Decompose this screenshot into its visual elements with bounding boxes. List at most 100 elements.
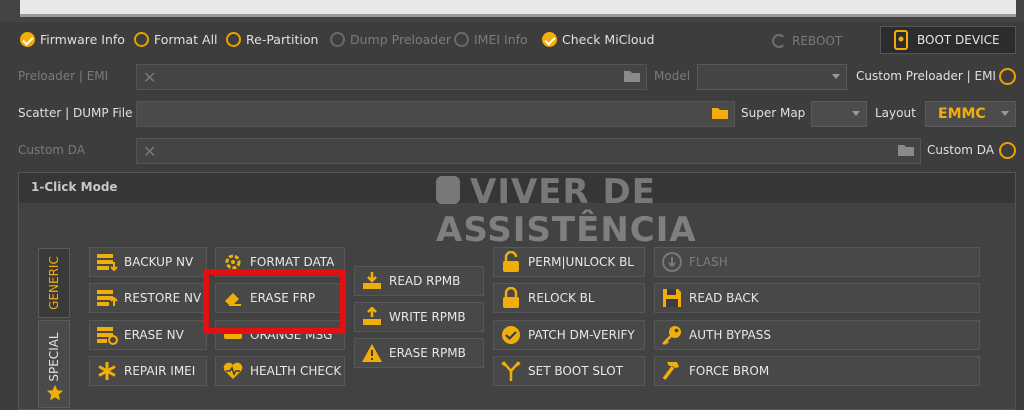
re-partition-option[interactable]: Re-Partition: [226, 29, 318, 49]
radio-icon: [330, 31, 345, 47]
repair-imei-label: REPAIR IMEI: [124, 364, 196, 378]
radio-icon: [454, 31, 469, 47]
boot-device-button[interactable]: BOOT DEVICE: [880, 26, 1016, 54]
radio-icon: [226, 31, 241, 47]
radio-icon: [134, 31, 149, 47]
read-rpmb-button[interactable]: READ RPMB: [354, 266, 484, 296]
write-rpmb-button[interactable]: WRITE RPMB: [354, 302, 484, 332]
unlock-icon: [500, 251, 522, 273]
relock-bl-button[interactable]: RELOCK BL: [493, 283, 645, 313]
check-icon: [20, 31, 35, 47]
flash-download-icon: [661, 251, 683, 273]
database-download-icon: [96, 251, 118, 273]
relock-bl-label: RELOCK BL: [528, 291, 595, 305]
erase-frp-highlight: [203, 269, 346, 334]
force-brom-button[interactable]: FORCE BROM: [654, 356, 980, 386]
backup-nv-button[interactable]: BACKUP NV: [89, 247, 207, 277]
force-brom-label: FORCE BROM: [689, 364, 770, 378]
custom-preloader-label: Custom Preloader | EMI: [856, 69, 996, 83]
check-micloud-option[interactable]: Check MiCloud: [542, 29, 654, 49]
lock-icon: [500, 287, 522, 309]
database-delete-icon: [96, 324, 118, 346]
fork-icon: [500, 360, 522, 382]
format-all-label: Format All: [154, 31, 218, 47]
log-area: [20, 0, 1016, 17]
clear-icon[interactable]: ✕: [143, 68, 156, 87]
perm-unlock-bl-label: PERM|UNLOCK BL: [528, 255, 634, 269]
heart-pulse-icon: [222, 360, 244, 382]
dump-preloader-option[interactable]: Dump Preloader: [330, 29, 451, 49]
repair-imei-button[interactable]: REPAIR IMEI: [89, 356, 207, 386]
preloader-input[interactable]: ✕: [136, 64, 647, 90]
hand-icon: [436, 176, 460, 204]
dump-preloader-label: Dump Preloader: [350, 31, 452, 47]
erase-nv-label: ERASE NV: [124, 328, 184, 342]
restore-nv-label: RESTORE NV: [124, 291, 202, 305]
health-check-label: HEALTH CHECK: [250, 364, 342, 378]
format-all-option[interactable]: Format All: [134, 29, 218, 49]
star-icon: [47, 385, 63, 401]
reboot-label: REBOOT: [792, 34, 843, 48]
model-select[interactable]: [697, 64, 847, 90]
phone-icon: [894, 30, 908, 50]
custom-da-input[interactable]: ✕: [136, 138, 921, 164]
auth-bypass-button[interactable]: AUTH BYPASS: [654, 320, 980, 350]
watermark-line1: VIVER DE: [470, 172, 656, 212]
warning-icon: [361, 342, 383, 364]
custom-preloader-toggle[interactable]: [999, 68, 1016, 85]
check-icon: [542, 31, 557, 47]
write-rpmb-label: WRITE RPMB: [389, 310, 466, 324]
scatter-label: Scatter | DUMP File: [18, 106, 133, 120]
check-circle-icon: [500, 324, 522, 346]
watermark-line2: ASSISTÊNCIA: [436, 210, 697, 250]
layout-label: Layout: [875, 106, 916, 120]
patch-dm-verify-label: PATCH DM-VERIFY: [528, 328, 635, 342]
health-check-button[interactable]: HEALTH CHECK: [215, 356, 345, 386]
firmware-info-label: Firmware Info: [40, 31, 125, 47]
set-boot-slot-button[interactable]: SET BOOT SLOT: [493, 356, 645, 386]
imei-info-label: IMEI Info: [474, 31, 528, 47]
format-data-label: FORMAT DATA: [250, 255, 335, 269]
tab-special[interactable]: SPECIAL: [38, 320, 70, 408]
erase-rpmb-label: ERASE RPMB: [389, 346, 466, 360]
tab-generic-label: GENERIC: [47, 256, 61, 310]
reboot-button[interactable]: REBOOT: [772, 30, 842, 52]
custom-da-toggle[interactable]: [999, 142, 1016, 159]
auth-bypass-label: AUTH BYPASS: [689, 328, 771, 342]
imei-info-option[interactable]: IMEI Info: [454, 29, 528, 49]
clear-icon[interactable]: ✕: [143, 142, 156, 161]
chevron-down-icon: [832, 74, 840, 79]
read-back-button[interactable]: READ BACK: [654, 283, 980, 313]
asterisk-icon: [96, 360, 118, 382]
custom-da-label: Custom DA: [927, 143, 995, 157]
chevron-down-icon: [852, 111, 860, 116]
restore-nv-button[interactable]: RESTORE NV: [89, 283, 207, 313]
flash-button[interactable]: FLASH: [654, 247, 980, 277]
preloader-label: Preloader | EMI: [18, 69, 109, 83]
chevron-down-icon: [1001, 111, 1009, 116]
tab-generic[interactable]: GENERIC: [38, 248, 70, 318]
erase-nv-button[interactable]: ERASE NV: [89, 320, 207, 350]
set-boot-slot-label: SET BOOT SLOT: [528, 364, 624, 378]
hammer-icon: [661, 360, 683, 382]
super-map-label: Super Map: [741, 106, 806, 120]
flash-label: FLASH: [689, 255, 728, 269]
read-back-label: READ BACK: [689, 291, 759, 305]
patch-dm-verify-button[interactable]: PATCH DM-VERIFY: [493, 320, 645, 350]
drive-upload-icon: [361, 306, 383, 328]
model-label: Model: [654, 69, 691, 83]
top-bar: [0, 0, 1024, 22]
refresh-icon: [772, 34, 786, 48]
erase-rpmb-button[interactable]: ERASE RPMB: [354, 338, 484, 368]
folder-icon[interactable]: [712, 107, 728, 119]
firmware-info-option[interactable]: Firmware Info: [20, 29, 125, 49]
layout-select[interactable]: EMMC: [925, 101, 1016, 127]
folder-icon[interactable]: [898, 144, 914, 156]
re-partition-label: Re-Partition: [246, 31, 319, 47]
custom-da-field-label: Custom DA: [18, 143, 86, 157]
scatter-input[interactable]: [136, 101, 735, 127]
super-map-select[interactable]: [811, 101, 867, 127]
read-rpmb-label: READ RPMB: [389, 274, 461, 288]
folder-icon[interactable]: [624, 70, 640, 82]
perm-unlock-bl-button[interactable]: PERM|UNLOCK BL: [493, 247, 645, 277]
